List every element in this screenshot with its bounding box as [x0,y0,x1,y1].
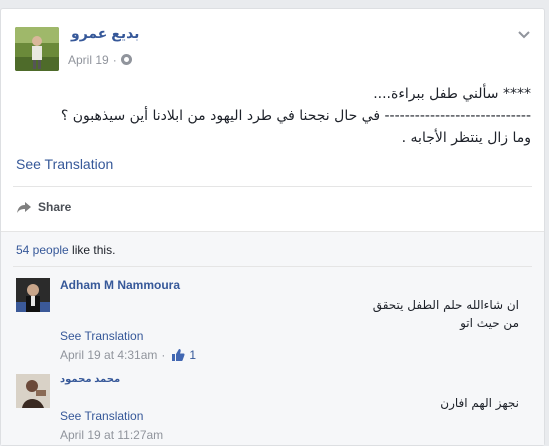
comment-meta-separator: · [161,348,166,362]
divider [13,186,532,187]
post-timestamp: April 19 · [68,53,132,67]
post-date-text[interactable]: April 19 [68,53,109,67]
comment-text: ان شاءالله حلم الطفل يتحقق من حيث اتو [199,296,519,332]
comment-avatar[interactable] [16,374,50,408]
comments-section: 54 people like this. Adham M Nammoura ان… [1,231,544,445]
likes-suffix: like this. [68,243,116,257]
post-body: **** سألني طفل ببراءة.... --------------… [11,83,531,149]
divider [13,266,532,267]
comment-text: نجهز الهم افارن [199,394,519,412]
post-text-line: **** سألني طفل ببراءة.... [373,86,531,102]
like-thumb-icon[interactable] [171,348,185,362]
comment-text-line: نجهز الهم افارن [440,396,519,410]
comment-see-translation-link[interactable]: See Translation [60,409,143,423]
post-date-separator: · [112,53,117,67]
share-icon [16,199,32,215]
comment-time[interactable]: April 19 at 4:31am [60,348,157,362]
comment-avatar[interactable] [16,278,50,312]
comment-text-line: ان شاءالله حلم الطفل يتحقق [372,298,519,312]
globe-icon[interactable] [120,54,132,65]
author-avatar[interactable] [15,27,59,71]
comment-time[interactable]: April 19 at 11:27am [60,428,163,442]
post-text-line: وما زال ينتظر الأجابه . [401,130,531,146]
comment-text-line: من حيث اتو [460,316,519,330]
post-author-name[interactable]: بديع عمرو [71,25,139,42]
post-card: بديع عمرو April 19 · **** سألني طفل ببراء… [0,8,545,446]
comment-author-name[interactable]: محمد محمود [60,374,120,385]
post-text-line: ----------------------------- في حال نجح… [60,108,531,124]
see-translation-link[interactable]: See Translation [16,156,113,172]
share-button[interactable]: Share [16,197,71,217]
comment-like-count[interactable]: 1 [189,348,196,362]
share-label: Share [38,200,72,214]
comment-see-translation-link[interactable]: See Translation [60,329,143,343]
comment-meta: April 19 at 4:31am · 1 [60,348,196,362]
comment: محمد محمود نجهز الهم افارن See Translati… [1,374,544,444]
comment: Adham M Nammoura ان شاءالله حلم الطفل يت… [1,276,544,364]
likes-count-link[interactable]: 54 people [16,243,69,257]
comment-author-name[interactable]: Adham M Nammoura [60,278,180,292]
likes-summary: 54 people like this. [16,243,115,257]
comment-meta: April 19 at 11:27am [60,428,163,442]
chevron-down-icon[interactable] [517,27,531,41]
